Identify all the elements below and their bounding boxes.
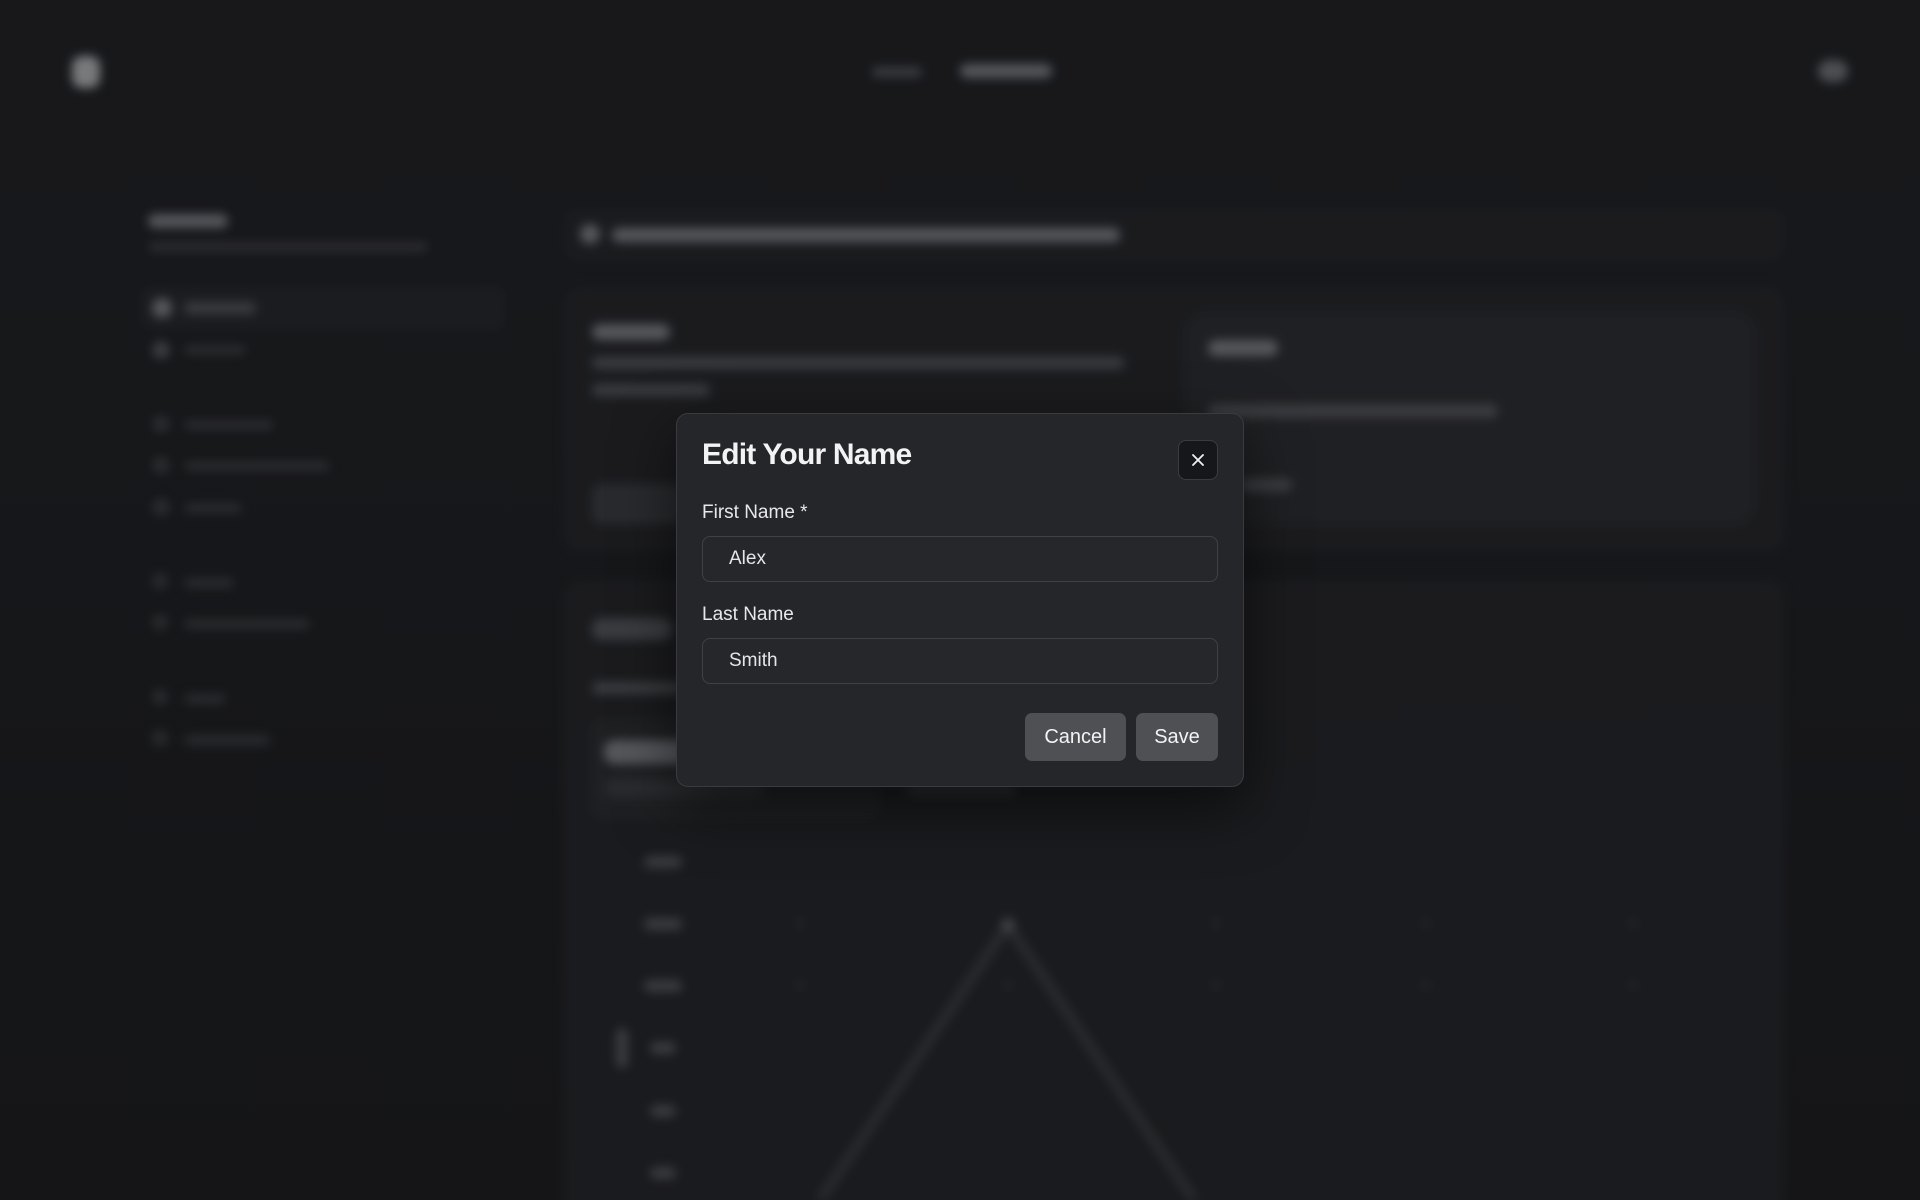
cancel-button[interactable]: Cancel <box>1025 713 1126 761</box>
last-name-label: Last Name <box>702 604 794 625</box>
dialog-title: Edit Your Name <box>702 438 912 471</box>
close-button[interactable] <box>1178 440 1218 480</box>
first-name-input[interactable] <box>702 536 1218 582</box>
close-icon <box>1192 454 1204 466</box>
first-name-label: First Name * <box>702 502 808 523</box>
last-name-input[interactable] <box>702 638 1218 684</box>
edit-name-dialog: Edit Your Name First Name * Last Name Ca… <box>676 413 1244 787</box>
app-page: Edit Your Name First Name * Last Name Ca… <box>0 0 1920 1200</box>
save-button[interactable]: Save <box>1136 713 1218 761</box>
